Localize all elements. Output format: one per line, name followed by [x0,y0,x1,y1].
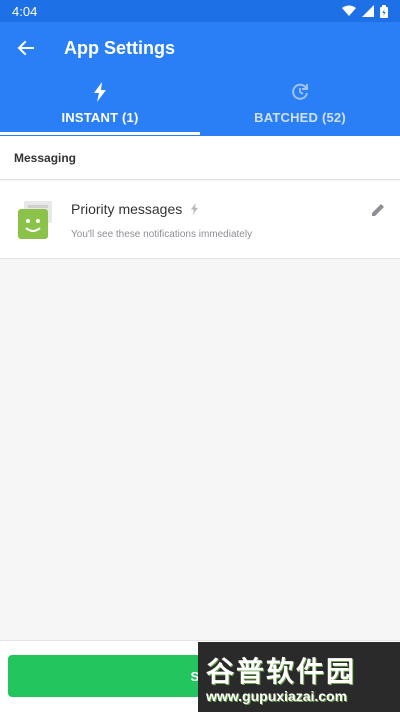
tab-batched-label: BATCHED (52) [254,110,346,125]
tab-indicator [0,132,200,135]
back-button[interactable] [8,30,44,66]
battery-icon [380,4,388,18]
card-subtitle: You'll see these notifications immediate… [71,229,253,240]
watermark-title: 谷普软件园 [206,656,357,687]
page-title: App Settings [64,37,175,58]
edit-button[interactable] [368,199,388,219]
messaging-app-icon [18,201,52,239]
arrow-left-icon [17,40,34,56]
bolt-icon [94,82,106,102]
pencil-icon [371,203,384,216]
list-item[interactable]: Priority messages You'll see these notif… [0,181,400,259]
wifi-icon [342,5,356,16]
tab-instant[interactable]: INSTANT (1) [0,74,200,136]
watermark-url: www.gupuxiazai.com [206,688,348,704]
status-time: 4:04 [12,3,38,19]
section-title: Messaging [14,150,77,165]
section-header: Messaging [0,136,400,180]
signal-icon [362,5,374,17]
tab-instant-label: INSTANT (1) [61,110,139,125]
app-bar: App Settings [0,22,400,74]
card-title: Priority messages [71,201,183,217]
clock-refresh-icon [292,83,308,100]
tab-batched[interactable]: BATCHED (52) [200,74,400,136]
bolt-icon [191,203,199,215]
watermark: 谷普软件园 www.gupuxiazai.com [198,642,400,712]
status-bar: 4:04 [0,0,400,22]
tab-bar: INSTANT (1) BATCHED (52) [0,74,400,136]
